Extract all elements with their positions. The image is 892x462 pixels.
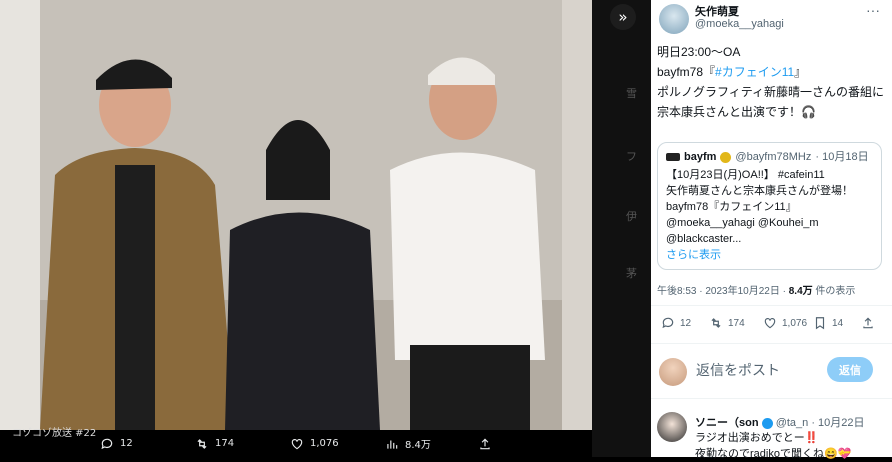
media-share-button[interactable] xyxy=(478,437,492,451)
views-label: 件の表示 xyxy=(812,286,856,297)
timestamp[interactable]: 午後8:53 · 2023年10月22日 · xyxy=(657,286,789,297)
quote-author-name: bayfm xyxy=(684,151,717,163)
media-action-bar: 12 174 1,076 8.4万 xyxy=(0,430,592,457)
tweet-detail-panel: 矢作萌夏 @moeka__yahagi ··· 明日23:00〜OA bayfm… xyxy=(651,0,892,460)
like-button[interactable]: 1,076 xyxy=(763,316,807,330)
timeline-fragment-3: 伊 xyxy=(626,210,637,223)
tweet-text-line1: 明日23:00〜OA xyxy=(657,45,741,59)
author-avatar[interactable] xyxy=(659,4,689,34)
author-name[interactable]: 矢作萌夏 xyxy=(695,3,739,19)
share-icon xyxy=(863,317,873,329)
quote-body: 【10月23日(月)OA!!】 #cafein11 矢作萌夏さんと宗本康兵さんが… xyxy=(666,169,853,245)
media-reply-button[interactable]: 12 xyxy=(100,437,133,451)
reply-button[interactable]: 12 xyxy=(661,316,691,330)
verified-badge-icon xyxy=(720,151,732,163)
tweet-meta: 午後8:53 · 2023年10月22日 · 8.4万 件の表示 xyxy=(657,282,855,297)
share-icon xyxy=(480,438,490,449)
divider xyxy=(651,305,892,306)
divider xyxy=(651,398,892,399)
retweet-icon xyxy=(711,318,721,328)
media-reply-count: 12 xyxy=(120,438,133,449)
bookmark-count: 14 xyxy=(832,317,844,329)
more-options-icon[interactable]: ··· xyxy=(866,2,880,18)
quote-date: · 10月18日 xyxy=(815,151,869,163)
reply-icon xyxy=(662,317,674,329)
share-button[interactable] xyxy=(861,316,875,330)
tweet-text-prefix: bayfm78『 xyxy=(657,65,716,79)
photo-figures xyxy=(40,0,562,430)
reply-input[interactable]: 返信をポスト xyxy=(696,360,780,380)
media-viewer: » コゾコゾ放送 #22 12 174 1,076 8.4万 xyxy=(0,0,645,457)
reply-author-avatar[interactable] xyxy=(657,412,687,442)
show-more-link[interactable]: さらに表示 xyxy=(666,247,873,263)
divider xyxy=(651,343,892,344)
media-views-count: 8.4万 xyxy=(405,440,431,451)
reply-text: ラジオ出演おめでとー‼️ 夜勤なのでradikoで聞くね😄💝 xyxy=(695,432,852,460)
tweet-stats-bar: 12 174 1,076 14 xyxy=(657,316,885,336)
tweet-text: 明日23:00〜OA bayfm78『#カフェイン11』 ポルノグラフィティ新藤… xyxy=(657,42,887,122)
double-chevron-right-icon: » xyxy=(618,8,628,26)
retweet-icon xyxy=(197,438,207,449)
bayfm-logo xyxy=(666,153,680,161)
current-user-avatar[interactable] xyxy=(659,358,687,386)
reply-date: · 10月22日 xyxy=(811,417,865,429)
heart-icon xyxy=(764,318,776,329)
reply-author[interactable]: ソニー（son @ta_n · 10月22日 xyxy=(695,414,865,430)
verified-badge-icon xyxy=(761,417,773,429)
bookmark-button[interactable]: 14 xyxy=(813,316,843,330)
media-like-button[interactable]: 1,076 xyxy=(290,437,339,451)
like-count: 1,076 xyxy=(782,317,808,329)
views-chart-icon xyxy=(387,440,398,449)
media-views-button[interactable]: 8.4万 xyxy=(385,436,431,451)
media-like-count: 1,076 xyxy=(310,438,339,449)
hashtag-link[interactable]: #カフェイン11 xyxy=(715,65,794,79)
reply-submit-button[interactable]: 返信 xyxy=(827,357,873,382)
bookmark-icon xyxy=(815,317,825,330)
tweet-photo[interactable] xyxy=(0,0,592,430)
retweet-count: 174 xyxy=(728,317,745,329)
views-value: 8.4万 xyxy=(788,286,813,297)
quote-author-handle: @bayfm78MHz xyxy=(735,151,812,163)
retweet-button[interactable]: 174 xyxy=(709,316,745,330)
timeline-fragment-1: 雪 xyxy=(626,87,637,100)
heart-icon xyxy=(291,438,303,449)
media-retweet-button[interactable]: 174 xyxy=(195,437,234,451)
reply-author-name: ソニー（son xyxy=(695,417,759,429)
reply-count: 12 xyxy=(680,317,692,329)
timeline-fragment-2: フ xyxy=(626,150,637,163)
reply-author-handle: @ta_n xyxy=(775,417,809,429)
tweet-text-suffix: 』 xyxy=(794,65,807,79)
media-backdrop xyxy=(592,0,645,457)
media-retweet-count: 174 xyxy=(215,438,235,449)
tweet-text-rest: ポルノグラフィティ新藤晴一さんの番組に 宗本康兵さんと出演です！🎧 xyxy=(657,85,885,119)
quoted-tweet[interactable]: bayfm @bayfm78MHz · 10月18日 【10月23日(月)OA!… xyxy=(657,142,882,270)
author-handle[interactable]: @moeka__yahagi xyxy=(695,18,784,30)
reply-icon xyxy=(101,438,113,449)
reply-composer: 返信をポスト 返信 xyxy=(651,350,892,390)
timeline-fragment-4: 茅 xyxy=(626,267,637,280)
collapse-panel-button[interactable]: » xyxy=(610,4,636,30)
